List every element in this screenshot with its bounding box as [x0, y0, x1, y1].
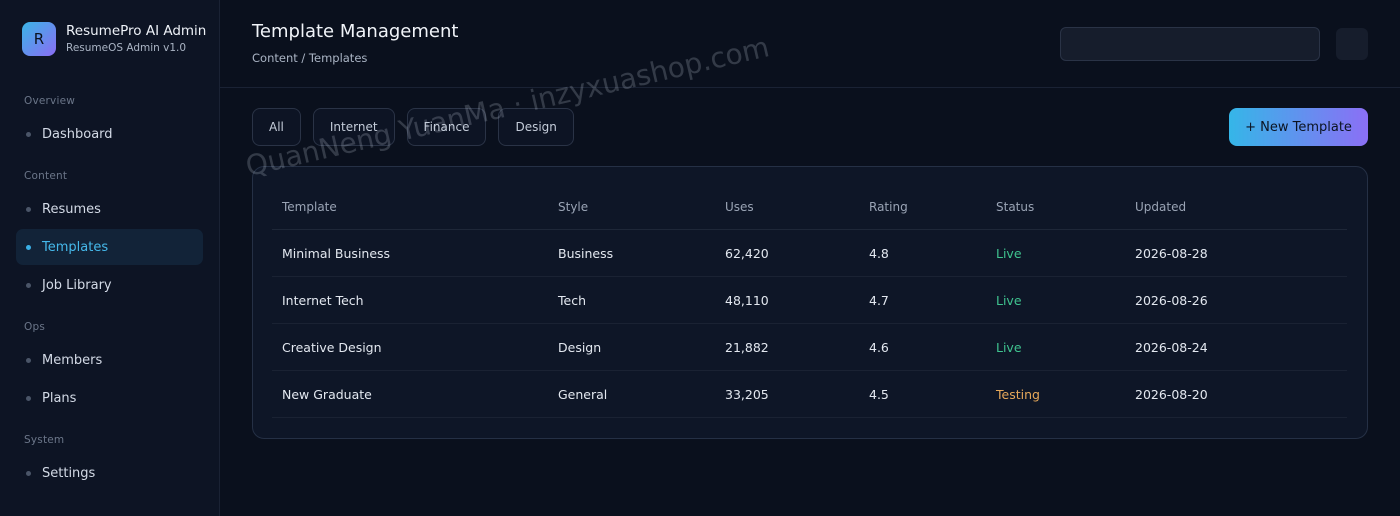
main-content: Template Management Content / Templates … [220, 0, 1400, 516]
bullet-icon [26, 357, 31, 363]
sidebar-item-plans[interactable]: Plans [16, 380, 203, 416]
filter-chip-design[interactable]: Design [498, 108, 574, 146]
brand-logo: R [22, 22, 56, 56]
cell-template: New Graduate [282, 386, 372, 402]
app: R ResumePro AI Admin ResumeOS Admin v1.0… [0, 0, 1400, 516]
page-title: Template Management [252, 21, 459, 42]
filter-chips: All Internet Finance Design [252, 108, 586, 146]
filter-chip-finance[interactable]: Finance [406, 108, 487, 146]
brand-name: ResumePro AI Admin [66, 23, 207, 39]
cell-style: Tech [558, 292, 586, 308]
bullet-icon [26, 470, 31, 476]
column-header: Updated [1135, 200, 1187, 214]
nav-section-system: System [24, 434, 65, 446]
bullet-icon [26, 206, 31, 212]
sidebar-item-dashboard[interactable]: Dashboard [16, 116, 203, 152]
bullet-icon [26, 244, 31, 250]
sidebar-item-label: Settings [42, 465, 96, 481]
cell-rating: 4.7 [869, 292, 889, 308]
cell-rating: 4.6 [869, 339, 889, 355]
cell-uses: 21,882 [725, 339, 769, 355]
cell-uses: 48,110 [725, 292, 769, 308]
cell-style: General [558, 386, 608, 402]
nav-section-content: Content [24, 170, 68, 182]
brand-subtitle: ResumeOS Admin v1.0 [66, 42, 187, 54]
sidebar-item-label: Templates [42, 239, 109, 255]
nav-section-overview: Overview [24, 95, 76, 107]
sidebar-item-label: Resumes [42, 201, 101, 217]
filter-chip-all[interactable]: All [252, 108, 301, 146]
header-icon-button[interactable] [1336, 28, 1368, 60]
sidebar-item-members[interactable]: Members [16, 342, 203, 378]
cell-updated: 2026-08-28 [1135, 245, 1208, 261]
table-header: Template Style Uses Rating Status Update… [272, 185, 1347, 230]
filter-chip-internet[interactable]: Internet [312, 108, 395, 146]
table-row[interactable]: Internet Tech Tech 48,110 4.7 Live 2026-08-26 [272, 277, 1347, 324]
cell-style: Design [558, 339, 602, 355]
templates-table-card: Template Style Uses Rating Status Update… [252, 166, 1368, 439]
column-header: Rating [869, 200, 908, 214]
sidebar-item-label: Dashboard [42, 126, 113, 142]
templates-table: Template Style Uses Rating Status Update… [272, 185, 1347, 418]
column-header: Status [996, 200, 1035, 214]
sidebar-item-job-library[interactable]: Job Library [16, 267, 203, 303]
table-row[interactable]: Creative Design Design 21,882 4.6 Live 2026-0… [272, 324, 1347, 371]
cell-style: Business [558, 245, 614, 261]
breadcrumb: Content / Templates [252, 51, 368, 65]
nav-section-ops: Ops [24, 321, 46, 333]
cell-template: Minimal Business [282, 245, 391, 261]
cell-uses: 33,205 [725, 386, 769, 402]
sidebar-item-settings[interactable]: Settings [16, 455, 203, 491]
status-badge: Live [996, 292, 1022, 308]
search-input[interactable] [1060, 27, 1320, 61]
sidebar-item-resumes[interactable]: Resumes [16, 191, 203, 227]
table-row[interactable]: Minimal Business Business 62,420 4.8 Live 202… [272, 230, 1347, 277]
column-header: Template [282, 200, 337, 214]
sidebar: R ResumePro AI Admin ResumeOS Admin v1.0… [0, 0, 220, 516]
status-badge: Testing [996, 386, 1040, 402]
new-template-button[interactable]: + New Template [1229, 108, 1368, 146]
sidebar-item-label: Job Library [42, 277, 112, 293]
status-badge: Live [996, 339, 1022, 355]
cell-template: Internet Tech [282, 292, 364, 308]
bullet-icon [26, 282, 31, 288]
sidebar-item-label: Members [42, 352, 103, 368]
cell-uses: 62,420 [725, 245, 769, 261]
cell-rating: 4.5 [869, 386, 889, 402]
page-header: Template Management Content / Templates [220, 0, 1400, 88]
sidebar-item-label: Plans [42, 390, 77, 406]
bullet-icon [26, 131, 31, 137]
cell-updated: 2026-08-26 [1135, 292, 1208, 308]
brand: R ResumePro AI Admin ResumeOS Admin v1.0 [22, 22, 206, 56]
cell-rating: 4.8 [869, 245, 889, 261]
table-body: Minimal Business Business 62,420 4.8 Live 202… [272, 230, 1347, 418]
column-header: Style [558, 200, 589, 214]
sidebar-item-templates[interactable]: Templates [16, 229, 203, 265]
column-header: Uses [725, 200, 754, 214]
cell-updated: 2026-08-20 [1135, 386, 1208, 402]
status-badge: Live [996, 245, 1022, 261]
bullet-icon [26, 395, 31, 401]
cell-updated: 2026-08-24 [1135, 339, 1208, 355]
table-row[interactable]: New Graduate General 33,205 4.5 Testing 2026-… [272, 371, 1347, 418]
cell-template: Creative Design [282, 339, 382, 355]
